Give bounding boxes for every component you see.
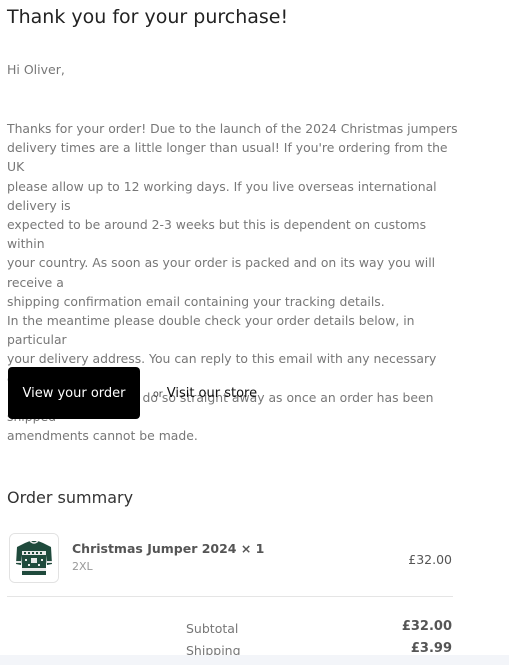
shipping-value: £3.99 [410,641,452,656]
visit-store-link[interactable]: Visit our store [167,386,257,401]
message-line: In the meantime please double check your… [7,313,415,348]
order-actions: View your order or Visit our store [8,367,257,419]
summary-divider [7,596,453,597]
subtotal-label: Subtotal [186,621,239,636]
order-summary-heading: Order summary [7,488,134,507]
product-thumbnail [9,533,59,583]
message-line: amendments cannot be made. [7,428,198,444]
product-price: £32.00 [408,552,452,567]
subtotal-value: £32.00 [401,619,452,634]
message-line: shipping confirmation email containing y… [7,293,385,309]
message-line: Thanks for your order! Due to the launch… [7,121,458,136]
message-line: your country. As soon as your order is p… [7,255,436,290]
or-separator: or [153,389,163,400]
product-variant: 2XL [72,560,93,573]
greeting: Hi Oliver, [7,62,65,77]
view-order-button[interactable]: View your order [8,367,140,419]
page-title: Thank you for your purchase! [7,6,289,28]
jumper-image-icon [10,534,58,582]
product-name: Christmas Jumper 2024 × 1 [72,541,265,556]
bottom-fade-bar [0,655,509,665]
message-line: expected to be around 2-3 weeks but this… [7,217,427,252]
message-line: please allow up to 12 working days. If y… [7,178,437,213]
message-line: delivery times are a little longer than … [7,140,448,175]
